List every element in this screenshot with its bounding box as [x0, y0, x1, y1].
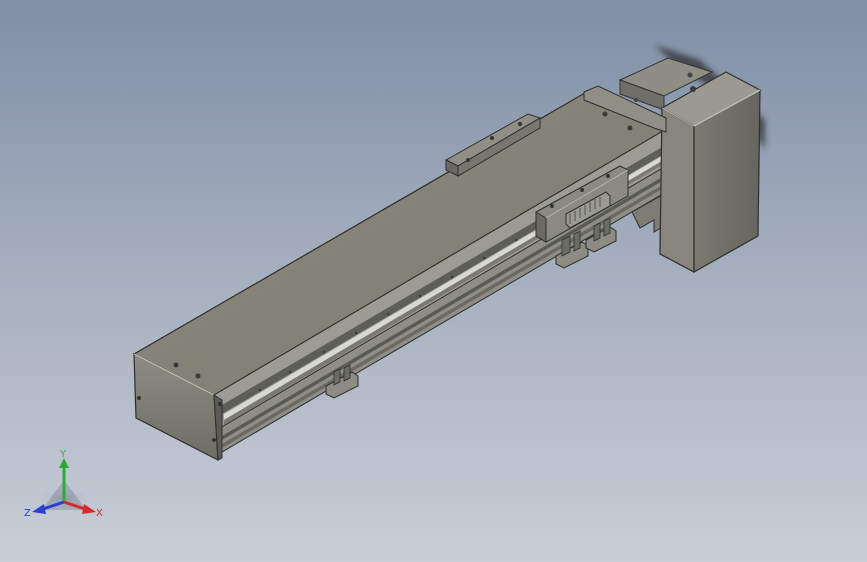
view-orientation-triad[interactable]: Y X Z — [22, 446, 106, 526]
y-axis-label: Y — [59, 449, 67, 460]
graphics-viewport[interactable]: Y X Z — [0, 0, 867, 562]
motor-cover — [659, 71, 762, 274]
x-axis-label: X — [96, 508, 103, 519]
z-axis-label: Z — [24, 508, 31, 519]
linear-actuator-model[interactable] — [0, 0, 867, 562]
